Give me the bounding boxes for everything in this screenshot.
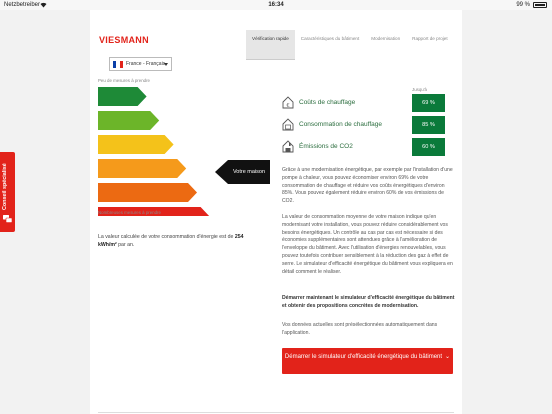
energy-bar	[98, 135, 174, 154]
your-home-marker: Votre maison	[215, 160, 270, 184]
savings-paragraph: Grâce à une modernisation énergétique, p…	[282, 167, 453, 205]
start-simulator-button[interactable]: Démarrer le simulateur d'efficacité éner…	[282, 348, 453, 374]
your-home-label: Votre maison	[232, 169, 266, 175]
consumption-text: La valeur calculée de votre consommation…	[98, 234, 244, 248]
metric-co2-emissions: Émissions de CO2 60 %	[282, 138, 452, 156]
chevron-down-icon: ⌄	[445, 354, 451, 360]
start-simulator-paragraph: Démarrer maintenant le simulateur d'effi…	[282, 295, 455, 309]
chat-bubbles-icon	[3, 215, 12, 223]
nav-item-modernisation[interactable]: Modernisation	[365, 30, 406, 60]
energy-bars-svg	[98, 87, 210, 226]
explanation-paragraph: La valeur de consommation moyenne de vot…	[282, 214, 453, 275]
nav-item-quick-check[interactable]: Vérification rapide	[246, 30, 295, 60]
status-bar: Netzbetreiber 16:34 99 %	[0, 0, 552, 10]
battery-percent: 99 %	[516, 2, 530, 8]
metric-label: Coûts de chauffage	[299, 99, 356, 106]
energy-bar	[98, 87, 147, 106]
battery-icon	[533, 2, 547, 8]
brand-logo[interactable]: VIESMANN	[99, 35, 149, 45]
energy-bar	[98, 159, 187, 178]
expert-advice-tab[interactable]: Conseil spécialisé	[0, 152, 15, 232]
metric-value: 69 %	[412, 94, 445, 112]
preselected-data-paragraph: Vos données actuelles sont présélectionn…	[282, 322, 438, 336]
energy-bar	[98, 111, 160, 130]
top-nav: Vérification rapide Caractéristiques du …	[246, 30, 454, 60]
euro-house-icon: €	[282, 96, 294, 109]
svg-text:€: €	[286, 103, 289, 109]
metric-label: Consommation de chauffage	[299, 121, 382, 128]
scale-bottom-label: Nombreuses mesures à prendre	[98, 210, 161, 215]
scale-top-label: Peu de mesures à prendre	[98, 78, 150, 83]
start-simulator-label: Démarrer le simulateur d'efficacité éner…	[284, 354, 443, 360]
energy-scale	[98, 86, 278, 226]
main-page: VIESMANN Vérification rapide Caractérist…	[90, 10, 462, 414]
metric-label: Émissions de CO2	[299, 143, 353, 150]
language-value: France - Français	[126, 61, 166, 67]
metric-heating-consumption: Consommation de chauffage 85 %	[282, 116, 452, 134]
chevron-down-icon	[164, 63, 168, 66]
footer-divider	[98, 412, 454, 413]
nav-item-building[interactable]: Caractéristiques du bâtiment	[295, 30, 365, 60]
status-time: 16:34	[268, 2, 284, 8]
metrics-header: Jusqu'à	[412, 87, 427, 92]
metric-heating-costs: € Coûts de chauffage 69 %	[282, 94, 452, 112]
language-select[interactable]: France - Français	[109, 57, 172, 71]
nav-item-report[interactable]: Rapport de projet	[406, 30, 454, 60]
energy-bar	[98, 183, 197, 202]
factory-house-icon	[282, 140, 294, 153]
metric-value: 85 %	[412, 116, 445, 134]
expert-advice-label: Conseil spécialisé	[2, 163, 8, 210]
heater-house-icon	[282, 118, 294, 131]
metric-value: 60 %	[412, 138, 445, 156]
france-flag-icon	[113, 61, 123, 68]
